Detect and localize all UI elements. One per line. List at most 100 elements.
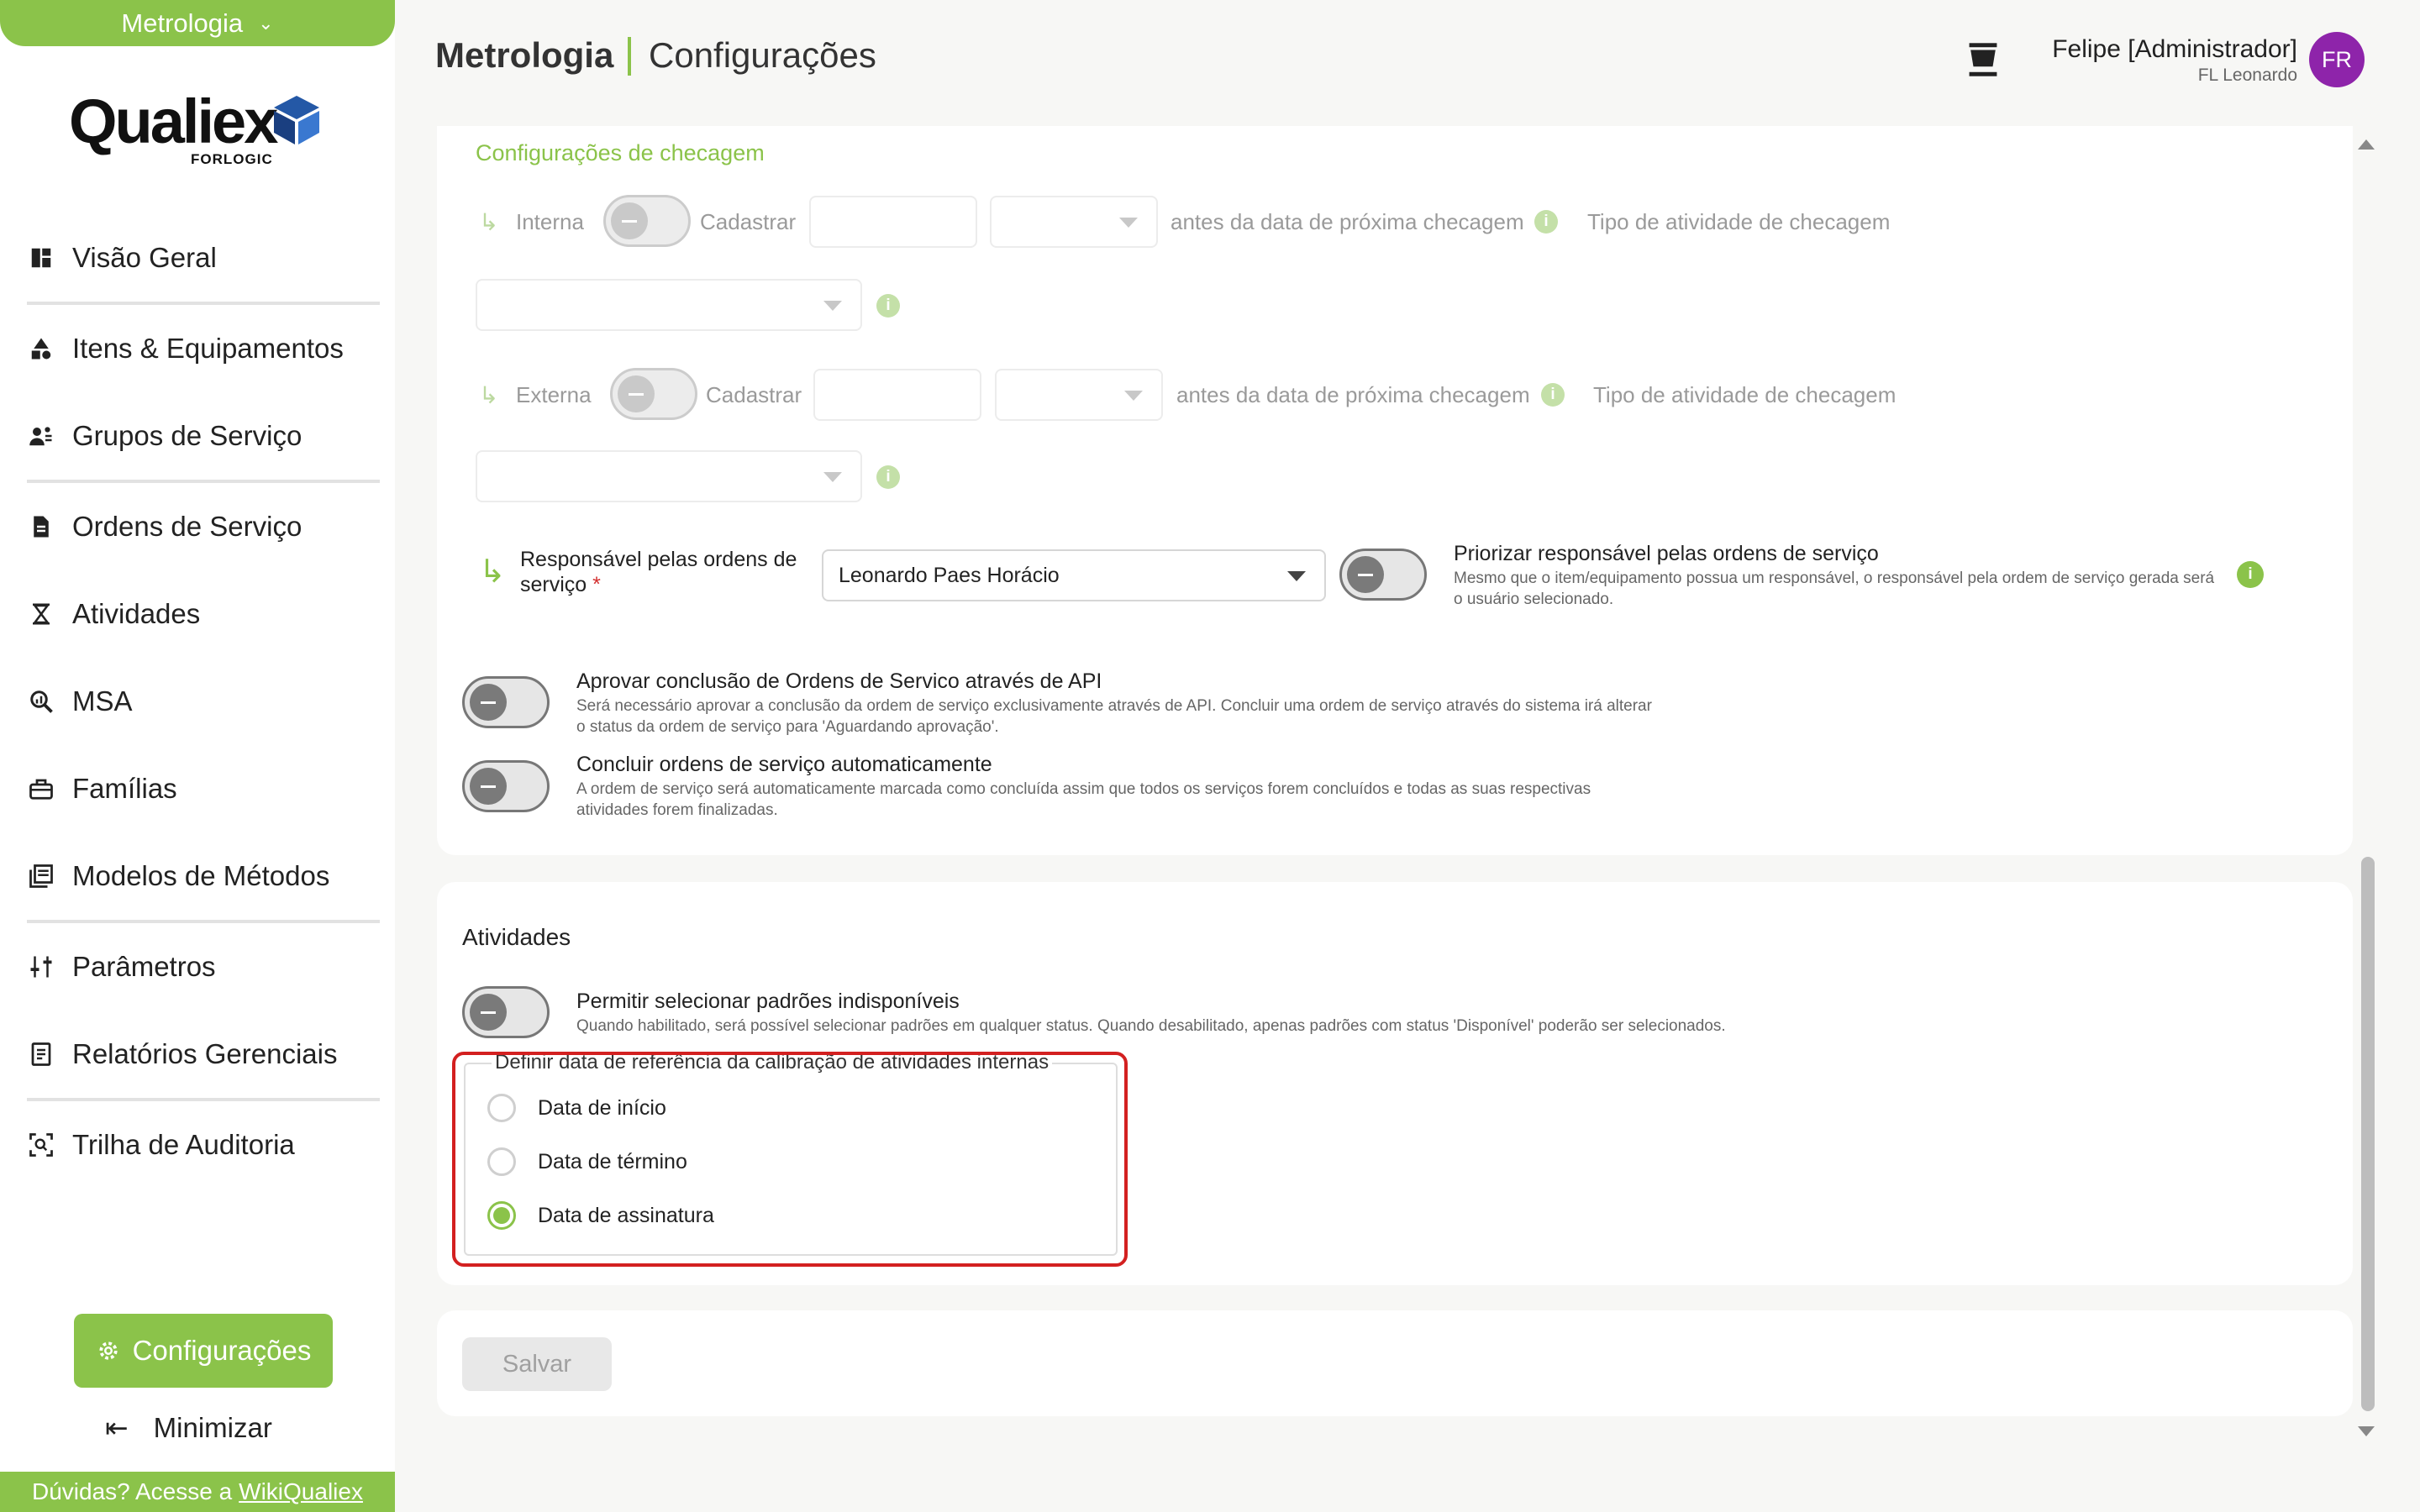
help-text: Dúvidas? Acesse a (32, 1478, 233, 1504)
prioritize-title: Priorizar responsável pelas ordens de se… (1454, 542, 1879, 565)
sidebar-item-label: MSA (72, 685, 133, 717)
responsible-label-text: Responsável pelas ordens de serviço (520, 548, 797, 596)
info-icon[interactable]: i (876, 465, 900, 489)
responsible-select[interactable]: Leonardo Paes Horácio (822, 549, 1326, 601)
user-group-icon (27, 422, 55, 450)
qualiex-logo: Qualiex FORLOGIC (69, 91, 329, 171)
sidebar-item-label: Visão Geral (72, 242, 217, 273)
highlight-box (452, 1052, 1128, 1267)
allow-unavailable-desc: Quando habilitado, será possível selecio… (576, 1017, 1726, 1035)
document-icon (27, 512, 55, 541)
approve-api-toggle[interactable] (462, 676, 550, 728)
external-unit-select[interactable] (995, 369, 1163, 421)
coffee-cup-icon[interactable] (1966, 40, 2000, 79)
subitem-arrow-icon: ↳ (479, 382, 499, 408)
prioritize-toggle[interactable] (1339, 549, 1427, 601)
external-before-text: antes da data de próxima checagem (1176, 382, 1530, 407)
internal-days-input[interactable] (809, 196, 977, 248)
approve-api-title: Aprovar conclusão de Ordens de Servico a… (576, 669, 1102, 693)
allow-unavailable-toggle[interactable] (462, 986, 550, 1038)
gear-icon (98, 1341, 118, 1360)
auto-complete-title: Concluir ordens de serviço automaticamen… (576, 753, 992, 776)
sidebar-item-label: Grupos de Serviço (72, 420, 302, 451)
info-icon[interactable]: i (1534, 210, 1558, 234)
caret-down-icon (823, 301, 842, 311)
sidebar-item-relatorios[interactable]: Relatórios Gerenciais (27, 1011, 380, 1098)
toggle-knob (470, 768, 507, 805)
sidebar-item-familias[interactable]: Famílias (27, 745, 380, 832)
sidebar-item-visao-geral[interactable]: Visão Geral (27, 214, 380, 302)
page-title: Configurações (649, 35, 876, 75)
info-icon[interactable]: i (1541, 383, 1565, 407)
user-company: FL Leonardo (2197, 66, 2297, 85)
config-button-label: Configurações (132, 1335, 312, 1366)
help-bar: Dúvidas? Acesse a WikiQualiex (0, 1472, 395, 1512)
info-icon[interactable]: i (876, 294, 900, 318)
chevron-down-icon: ⌄ (258, 12, 274, 34)
sidebar-item-grupos-servico[interactable]: Grupos de Serviço (27, 392, 380, 480)
toggle-knob (618, 375, 655, 412)
external-register-label: Cadastrar (706, 382, 802, 407)
auto-complete-toggle[interactable] (462, 760, 550, 812)
wiki-link[interactable]: WikiQualiex (239, 1478, 363, 1505)
sidebar-item-msa[interactable]: MSA (27, 658, 380, 745)
required-mark: * (592, 573, 601, 596)
sidebar-item-modelos-metodos[interactable]: Modelos de Métodos (27, 832, 380, 920)
caret-down-icon (823, 472, 842, 482)
sidebar-item-label: Modelos de Métodos (72, 860, 330, 891)
internal-toggle[interactable] (603, 195, 691, 247)
sidebar-item-ordens-servico[interactable]: Ordens de Serviço (27, 483, 380, 570)
sidebar-item-label: Trilha de Auditoria (72, 1129, 295, 1160)
toolbox-icon (27, 774, 55, 803)
logo-sub: FORLOGIC (191, 151, 273, 167)
sidebar-item-itens-equipamentos[interactable]: Itens & Equipamentos (27, 305, 380, 392)
responsible-select-value: Leonardo Paes Horácio (839, 563, 1060, 587)
minimize-button[interactable]: ⇤ Minimizar (105, 1411, 272, 1444)
checagem-section-title: Configurações de checagem (476, 140, 765, 165)
report-icon (27, 1040, 55, 1068)
atividades-title: Atividades (462, 924, 571, 950)
magnify-chart-icon (27, 687, 55, 716)
sidebar-item-label: Famílias (72, 773, 177, 804)
internal-label: Interna (516, 209, 584, 234)
approve-api-desc: Será necessário aprovar a conclusão da o… (576, 697, 1652, 736)
save-button[interactable]: Salvar (462, 1337, 612, 1391)
toggle-knob (611, 202, 648, 239)
subitem-arrow-icon: ↳ (479, 554, 506, 590)
info-icon[interactable]: i (2237, 561, 2264, 588)
caret-down-icon (1119, 218, 1138, 228)
hourglass-icon (27, 600, 55, 628)
sidebar-item-label: Relatórios Gerenciais (72, 1038, 338, 1069)
user-name[interactable]: Felipe [Administrador] (2052, 35, 2297, 64)
sidebar-item-atividades[interactable]: Atividades (27, 570, 380, 658)
internal-activity-type-select[interactable] (476, 279, 862, 331)
caret-down-icon (1124, 391, 1143, 401)
external-days-input[interactable] (813, 369, 981, 421)
toggle-knob (470, 994, 507, 1031)
external-toggle[interactable] (610, 368, 697, 420)
dashboard-icon (27, 244, 55, 272)
internal-unit-select[interactable] (990, 196, 1158, 248)
responsible-label: Responsável pelas ordens de serviço * (520, 547, 806, 597)
scrollbar-thumb[interactable] (2361, 857, 2375, 1411)
sidebar-item-label: Parâmetros (72, 951, 216, 982)
scroll-up-arrow-icon[interactable] (2358, 139, 2375, 150)
actions-card (437, 1310, 2353, 1416)
sidebar: Metrologia ⌄ Qualiex FORLOGIC Visão Gera… (0, 0, 395, 1512)
scroll-down-arrow-icon[interactable] (2358, 1426, 2375, 1436)
external-activity-type-select[interactable] (476, 450, 862, 502)
sidebar-item-trilha-auditoria[interactable]: Trilha de Auditoria (27, 1101, 380, 1189)
toggle-knob (1347, 556, 1384, 593)
avatar[interactable]: FR (2309, 32, 2365, 87)
internal-register-label: Cadastrar (700, 209, 797, 234)
shapes-icon (27, 334, 55, 363)
breadcrumb-module: Metrologia (435, 35, 614, 75)
prioritize-desc: Mesmo que o item/equipamento possua um r… (1454, 570, 2215, 608)
sidebar-item-parametros[interactable]: Parâmetros (27, 923, 380, 1011)
module-selector-label: Metrologia (121, 8, 244, 38)
module-selector[interactable]: Metrologia ⌄ (0, 0, 395, 46)
collapse-left-icon: ⇤ (105, 1412, 129, 1443)
config-button[interactable]: Configurações (74, 1314, 333, 1388)
auto-complete-desc: A ordem de serviço será automaticamente … (576, 780, 1591, 819)
toggle-knob (470, 684, 507, 721)
